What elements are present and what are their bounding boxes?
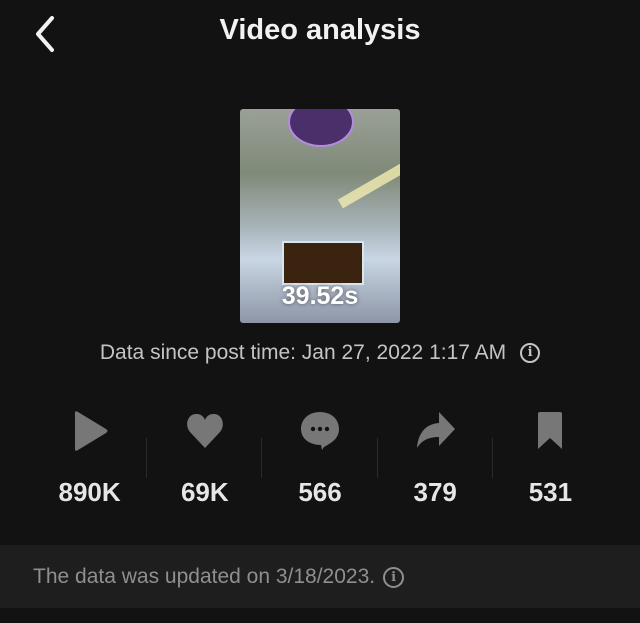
likes-count: 69K <box>180 477 229 507</box>
stats-row: 890K 69K 566 379 531 <box>32 405 608 515</box>
update-text: The data was updated on 3/18/2023. <box>33 565 376 588</box>
page-title: Video analysis <box>219 14 421 46</box>
views-count: 890K <box>58 477 121 507</box>
video-duration: 39.52s <box>281 282 359 310</box>
saves-count: 531 <box>528 477 573 507</box>
thumbnail-facecam <box>288 109 354 147</box>
shares-count: 379 <box>413 477 457 507</box>
post-time-text: Data since post time: Jan 27, 2022 1:17 … <box>99 341 507 364</box>
stat-shares: 379 <box>378 405 493 515</box>
bookmark-icon <box>538 412 563 449</box>
update-banner: The data was updated on 3/18/2023. i <box>0 545 640 608</box>
comments-count: 566 <box>298 477 342 507</box>
post-time-info: Data since post time: Jan 27, 2022 1:17 … <box>0 341 640 365</box>
stat-views: 890K <box>32 405 148 515</box>
info-icon[interactable]: i <box>383 566 405 588</box>
comment-icon <box>301 412 339 450</box>
stat-likes: 69K <box>147 405 263 515</box>
share-icon <box>417 412 456 448</box>
thumbnail-art <box>282 241 364 285</box>
info-icon[interactable]: i <box>520 343 541 364</box>
play-icon <box>74 411 108 451</box>
stat-saves: 531 <box>493 405 608 515</box>
heart-icon <box>186 413 223 448</box>
stat-comments: 566 <box>262 405 378 515</box>
thumbnail-art <box>337 159 400 209</box>
video-thumbnail[interactable]: 39.52s <box>240 109 400 323</box>
